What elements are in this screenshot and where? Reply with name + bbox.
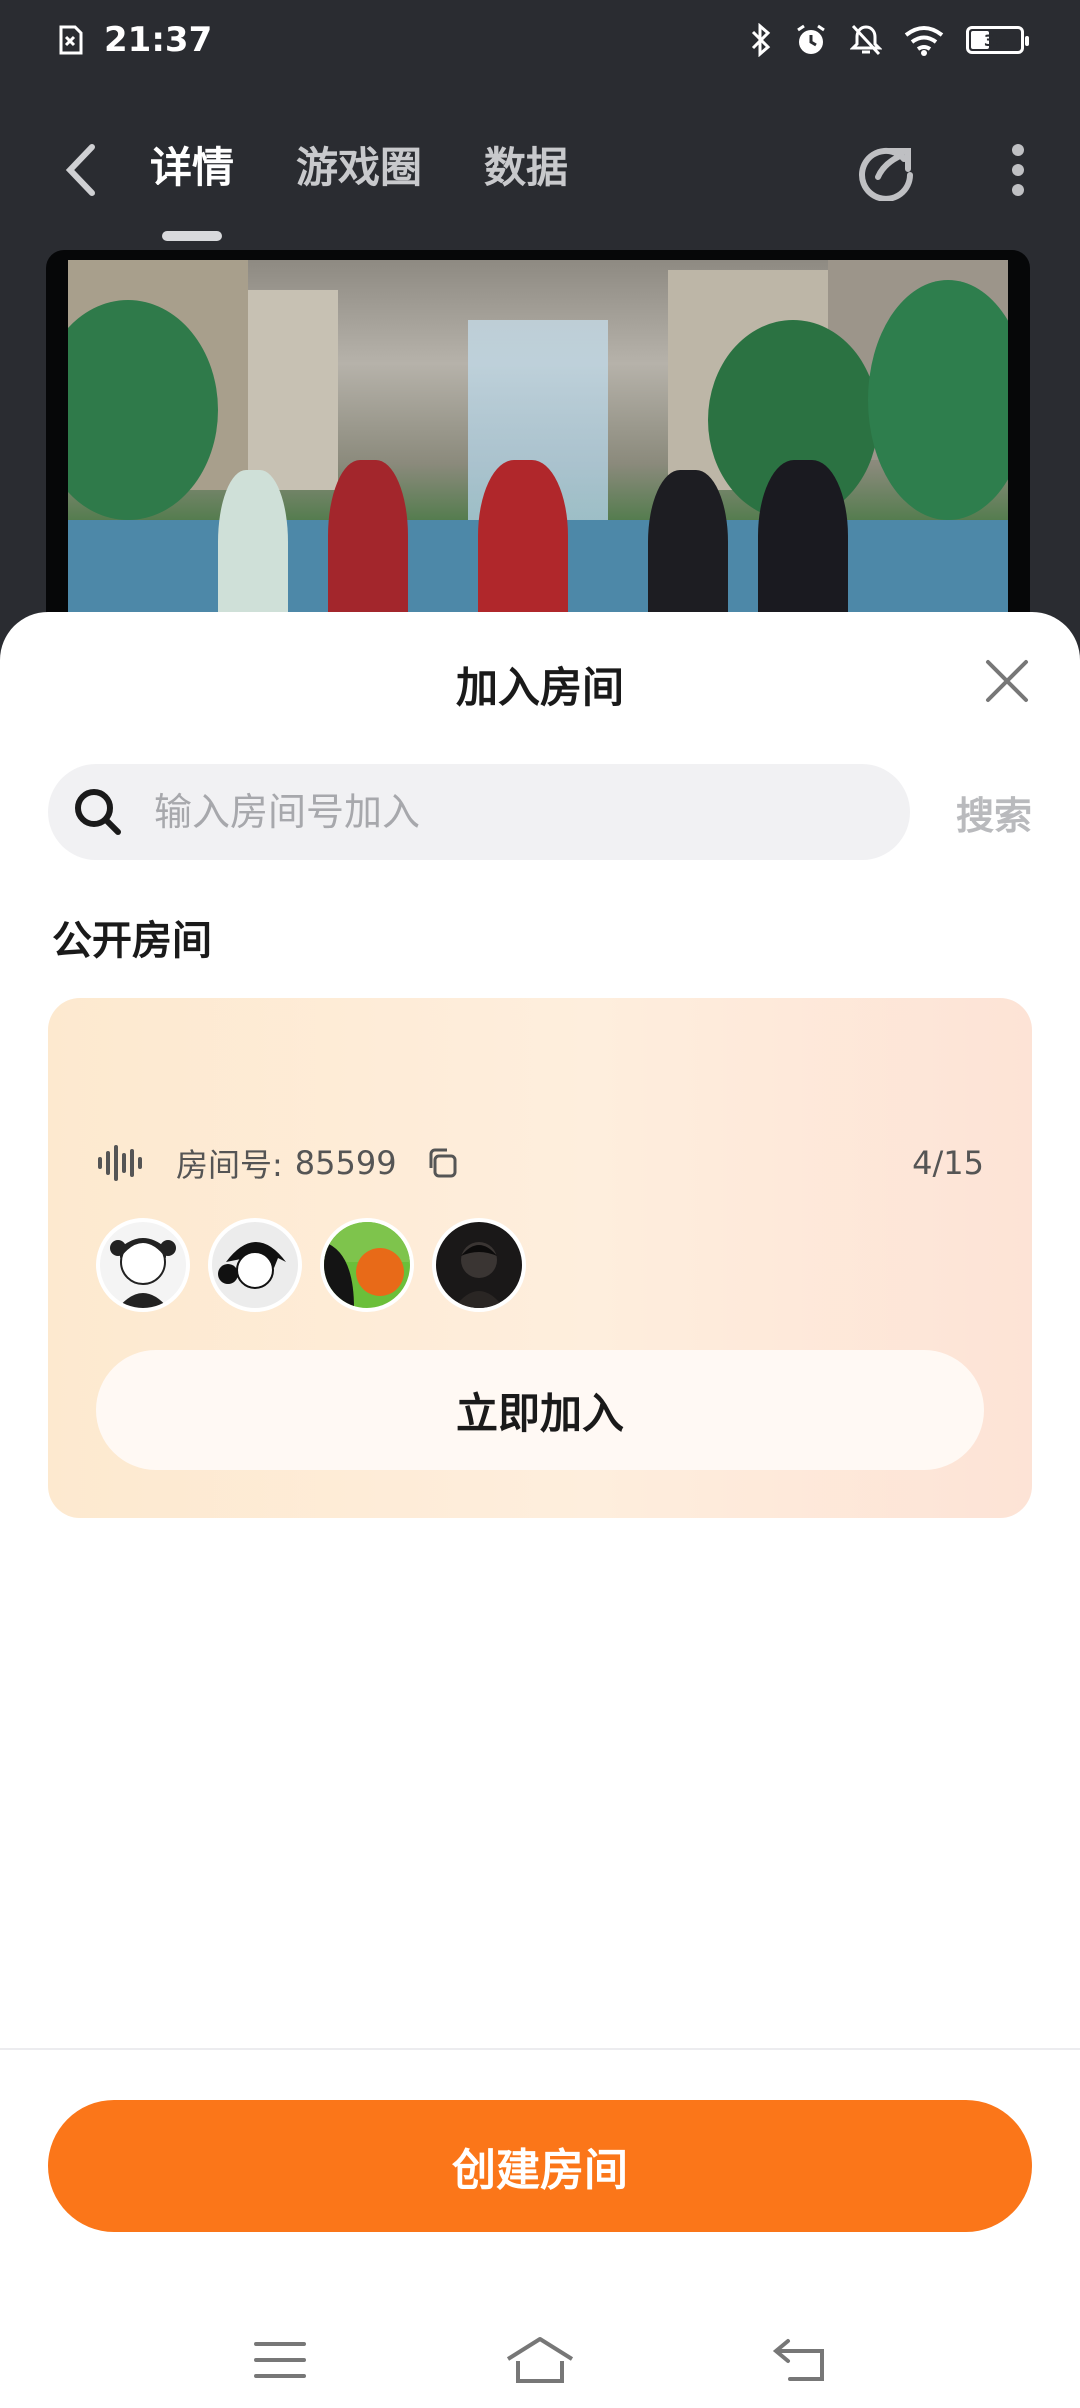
close-icon	[986, 660, 1028, 702]
room-info: 房间号: 85599 4/15	[96, 1138, 984, 1188]
join-room-sheet: 加入房间 搜索 公开房间 房间号: 85599 4/15	[0, 612, 1080, 2408]
back-button[interactable]	[64, 140, 108, 200]
sheet-title: 加入房间	[455, 663, 624, 712]
tab-details[interactable]: 详情	[150, 134, 235, 241]
room-number-label: 房间号:	[176, 1146, 283, 1184]
tab-underline	[162, 230, 222, 241]
back-icon	[65, 144, 95, 196]
tab-game-circle-label: 游戏圈	[296, 142, 423, 192]
join-now-button[interactable]: 立即加入	[96, 1350, 984, 1470]
copy-icon[interactable]	[425, 1146, 459, 1180]
battery-icon: 35	[966, 26, 1029, 54]
avatar[interactable]	[432, 1218, 526, 1312]
system-menu-button[interactable]	[240, 2330, 320, 2390]
tab-game-circle[interactable]: 游戏圈	[296, 134, 422, 207]
share-icon[interactable]	[856, 139, 918, 201]
avatar[interactable]	[208, 1218, 302, 1312]
nav-actions	[856, 139, 1026, 201]
search-button[interactable]: 搜索	[956, 785, 1032, 840]
back-nav-icon	[772, 2339, 824, 2381]
tab-data-label: 数据	[484, 142, 569, 192]
voice-wave-icon	[98, 1145, 142, 1181]
avatar[interactable]	[320, 1218, 414, 1312]
menu-icon	[254, 2342, 306, 2378]
more-icon[interactable]	[1010, 142, 1026, 198]
room-number: 85599	[294, 1144, 397, 1182]
system-home-button[interactable]	[500, 2330, 580, 2390]
system-back-button[interactable]	[760, 2330, 840, 2390]
status-bar: 21:37 35	[0, 0, 1080, 80]
divider	[0, 2048, 1080, 2050]
game-scene-image	[68, 260, 1008, 630]
battery-level: 35	[983, 30, 1007, 50]
search-row: 搜索	[48, 764, 1032, 860]
search-icon	[75, 789, 121, 835]
room-number-input[interactable]	[154, 790, 874, 834]
tab-data[interactable]: 数据	[484, 134, 568, 207]
mute-icon	[850, 24, 882, 56]
public-rooms-title: 公开房间	[52, 918, 212, 964]
tab-details-label: 详情	[150, 142, 235, 192]
member-avatars	[96, 1218, 526, 1312]
top-nav: 详情 游戏圈 数据	[0, 110, 1080, 241]
status-time: 21:37	[104, 20, 213, 60]
tab-bar: 详情 游戏圈 数据	[150, 134, 568, 241]
bluetooth-icon	[751, 23, 771, 57]
create-room-button[interactable]: 创建房间	[48, 2100, 1032, 2232]
search-box[interactable]	[48, 764, 910, 860]
room-card[interactable]: 房间号: 85599 4/15 立即加入	[48, 998, 1032, 1518]
system-nav-bar	[0, 2312, 1080, 2408]
status-left: 21:37	[58, 20, 212, 60]
close-button[interactable]	[982, 656, 1032, 706]
room-member-count: 4/15	[912, 1144, 984, 1182]
sim-alert-icon	[59, 25, 83, 55]
status-right: 35	[750, 23, 1029, 57]
alarm-icon	[797, 24, 825, 54]
avatar[interactable]	[96, 1218, 190, 1312]
game-video[interactable]	[46, 250, 1030, 630]
wifi-icon	[904, 26, 944, 56]
home-icon	[506, 2337, 574, 2383]
